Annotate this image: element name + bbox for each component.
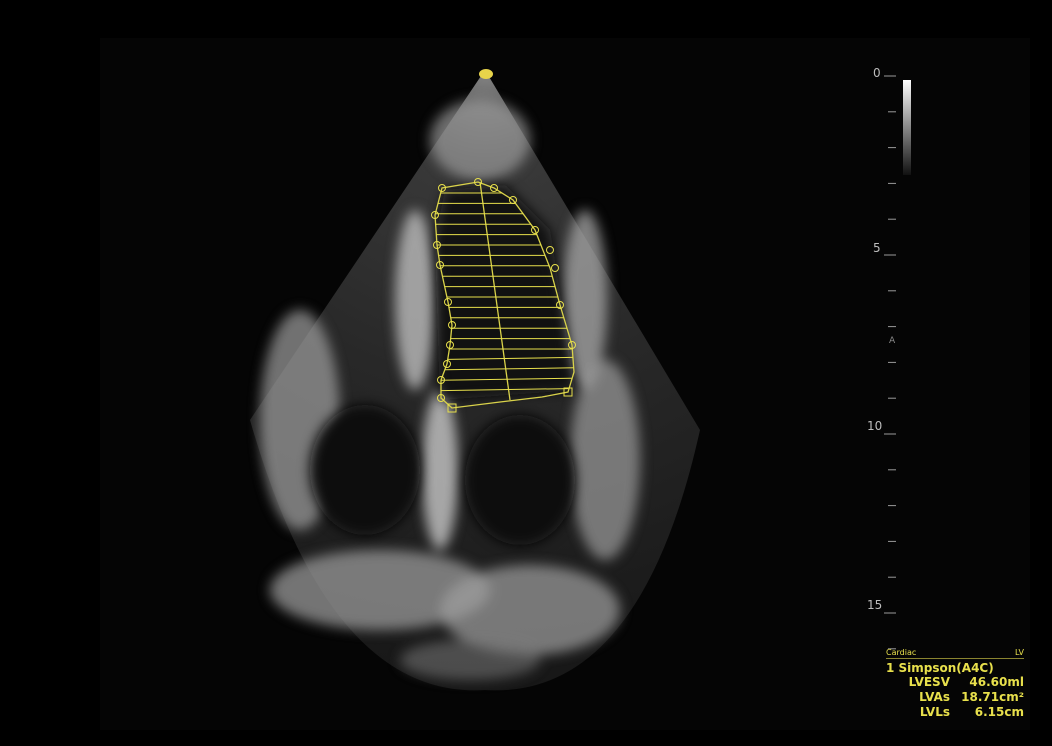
preset-label: Cardiac (886, 648, 917, 657)
target-label: LV (1014, 648, 1024, 657)
depth-label-15: 15 (867, 598, 883, 612)
measurement-row-lvas: LVAs 18.71cm² (886, 690, 1024, 705)
measurement-label: LVESV (908, 675, 950, 689)
probe-orientation-marker (479, 69, 493, 79)
measurement-value: 46.60ml (969, 675, 1024, 689)
ultrasound-viewer: 0 5 10 15 A Cardiac LV 1 Simpson(A4C) LV… (0, 0, 1052, 746)
measurement-row-lvesv: LVESV 46.60ml (886, 675, 1024, 690)
method-label: 1 Simpson(A4C) (886, 661, 994, 675)
measurement-label: LVAs (919, 690, 950, 704)
depth-scale (884, 75, 911, 650)
measurement-row-lvls: LVLs 6.15cm (886, 705, 1024, 720)
measurement-panel: Cardiac LV 1 Simpson(A4C) LVESV 46.60ml … (886, 648, 1024, 720)
gray-scale-bar (903, 80, 911, 175)
depth-label-10: 10 (867, 419, 883, 433)
measurement-value: 6.15cm (974, 705, 1024, 719)
echo-image (250, 69, 911, 691)
measurement-value: 18.71cm² (961, 690, 1024, 704)
depth-label-0: 0 (873, 66, 881, 80)
measurement-label: LVLs (919, 705, 950, 719)
depth-label-5: 5 (873, 241, 881, 255)
depth-focus-marker: A (889, 336, 896, 346)
panel-header: Cardiac LV (886, 648, 1024, 659)
